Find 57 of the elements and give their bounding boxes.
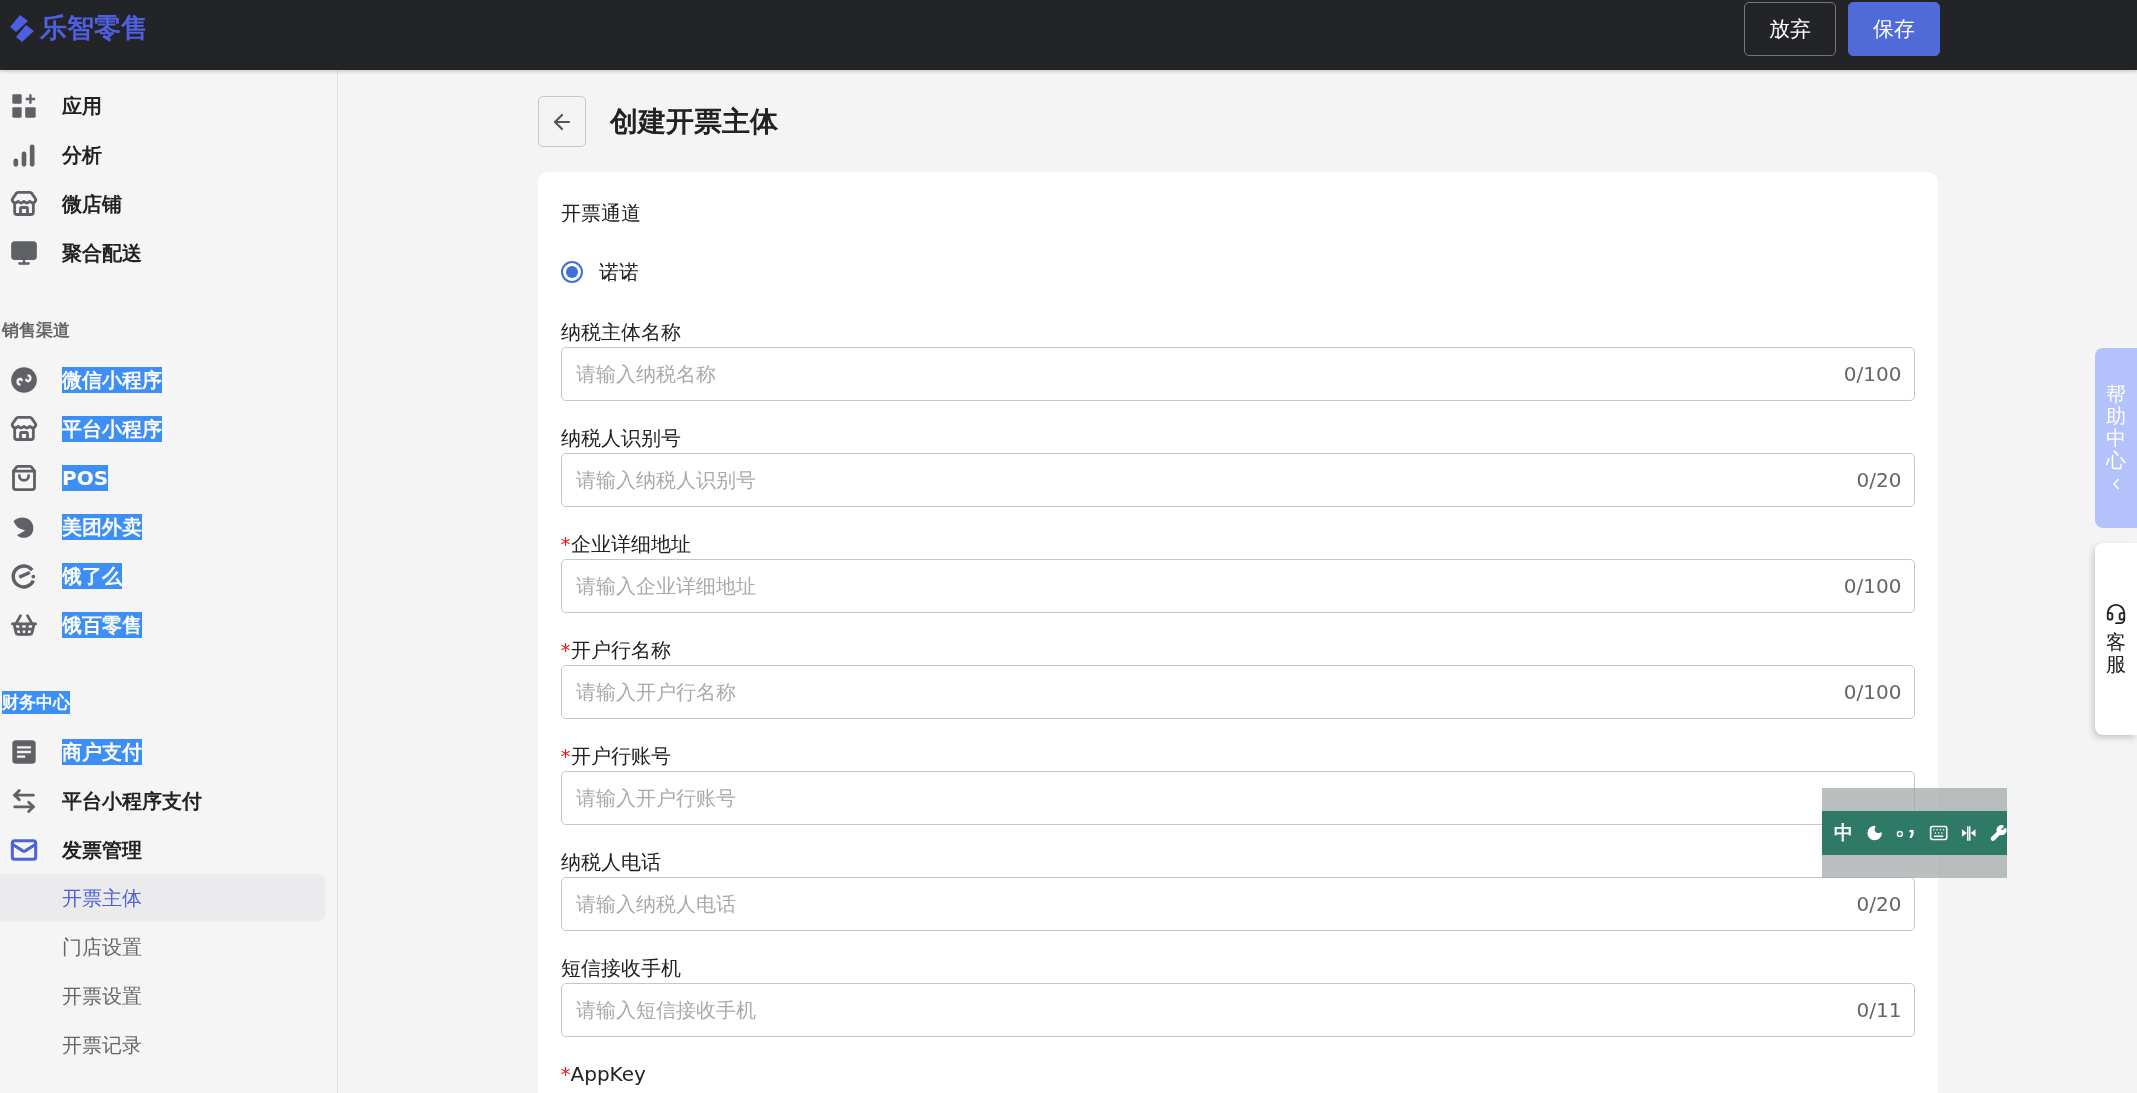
sidebar-item[interactable]: 应用 bbox=[62, 92, 102, 119]
sidebar-item[interactable]: POS bbox=[62, 464, 109, 491]
store-icon bbox=[10, 189, 38, 218]
headset-icon bbox=[2105, 603, 2127, 625]
sidebar-item[interactable]: 微信小程序 bbox=[62, 366, 162, 393]
sidebar-item[interactable]: 平台小程序支付 bbox=[62, 787, 202, 814]
store-icon bbox=[10, 414, 38, 443]
sidebar-item[interactable]: 微店铺 bbox=[62, 190, 122, 217]
field-label: 纳税人识别号 bbox=[560, 425, 682, 452]
char-counter: 0/100 bbox=[1843, 574, 1902, 598]
char-counter: 0/20 bbox=[1856, 468, 1902, 492]
link-circle-icon bbox=[10, 365, 38, 394]
save-button[interactable]: 保存 bbox=[1848, 2, 1940, 56]
char-counter: 0/100 bbox=[1843, 680, 1902, 704]
radio-label: 诺诺 bbox=[598, 258, 639, 286]
monitor-icon bbox=[10, 238, 38, 267]
split-arrows-icon[interactable] bbox=[1961, 823, 1977, 843]
discard-button[interactable]: 放弃 bbox=[1744, 2, 1836, 56]
sidebar-subitem[interactable]: 开票设置 bbox=[0, 972, 325, 1020]
back-button[interactable] bbox=[537, 96, 586, 147]
shopping-bag-icon bbox=[10, 463, 38, 492]
sidebar-subitem[interactable]: 门店设置 bbox=[0, 923, 325, 971]
char-counter: 0/20 bbox=[1856, 892, 1902, 916]
sidebar-item[interactable]: 美团外卖 bbox=[62, 513, 142, 540]
section-title: 销售渠道 bbox=[2, 318, 70, 342]
sidebar-item[interactable]: 商户支付 bbox=[62, 738, 142, 765]
grid-plus-icon bbox=[10, 91, 38, 120]
section-title: 财务中心 bbox=[2, 690, 70, 714]
field-label: 开票通道 bbox=[560, 200, 642, 227]
field-label: *AppKey bbox=[560, 1061, 647, 1088]
moon-icon[interactable] bbox=[1866, 824, 1884, 842]
circle-arc-icon bbox=[10, 561, 38, 590]
field-label: *开户行名称 bbox=[560, 637, 672, 664]
field-label: 纳税主体名称 bbox=[560, 319, 682, 346]
sidebar-item[interactable]: 分析 bbox=[62, 141, 102, 168]
logo-icon bbox=[8, 13, 36, 43]
field-label: 纳税人电话 bbox=[560, 849, 662, 876]
swap-arrows-icon bbox=[10, 786, 38, 815]
page-title: 创建开票主体 bbox=[609, 103, 778, 140]
sidebar-item[interactable]: 平台小程序 bbox=[62, 415, 162, 442]
char-counter: 0/100 bbox=[1843, 362, 1902, 386]
sidebar-item[interactable]: 聚合配送 bbox=[62, 239, 142, 266]
logo-text: 乐智零售 bbox=[40, 11, 148, 45]
sidebar-item[interactable]: 饿了么 bbox=[62, 562, 122, 589]
radio-button[interactable] bbox=[560, 261, 583, 283]
sidebar-item[interactable]: 发票管理 bbox=[62, 836, 142, 863]
sidebar-subitem[interactable]: 开票主体 bbox=[0, 874, 325, 922]
wrench-icon[interactable] bbox=[1989, 824, 2007, 842]
field-label: *开户行账号 bbox=[560, 743, 672, 770]
char-counter: 0/11 bbox=[1856, 998, 1902, 1022]
keyboard-icon[interactable] bbox=[1928, 823, 1949, 843]
field-label: *企业详细地址 bbox=[560, 531, 692, 558]
sidebar-subitem[interactable]: 开票记录 bbox=[0, 1021, 325, 1069]
sidebar-item[interactable]: 饿百零售 bbox=[62, 611, 142, 638]
document-icon bbox=[10, 737, 38, 766]
customer-service-tab[interactable]: 客服 bbox=[2095, 543, 2137, 735]
field-label: 短信接收手机 bbox=[560, 955, 682, 982]
